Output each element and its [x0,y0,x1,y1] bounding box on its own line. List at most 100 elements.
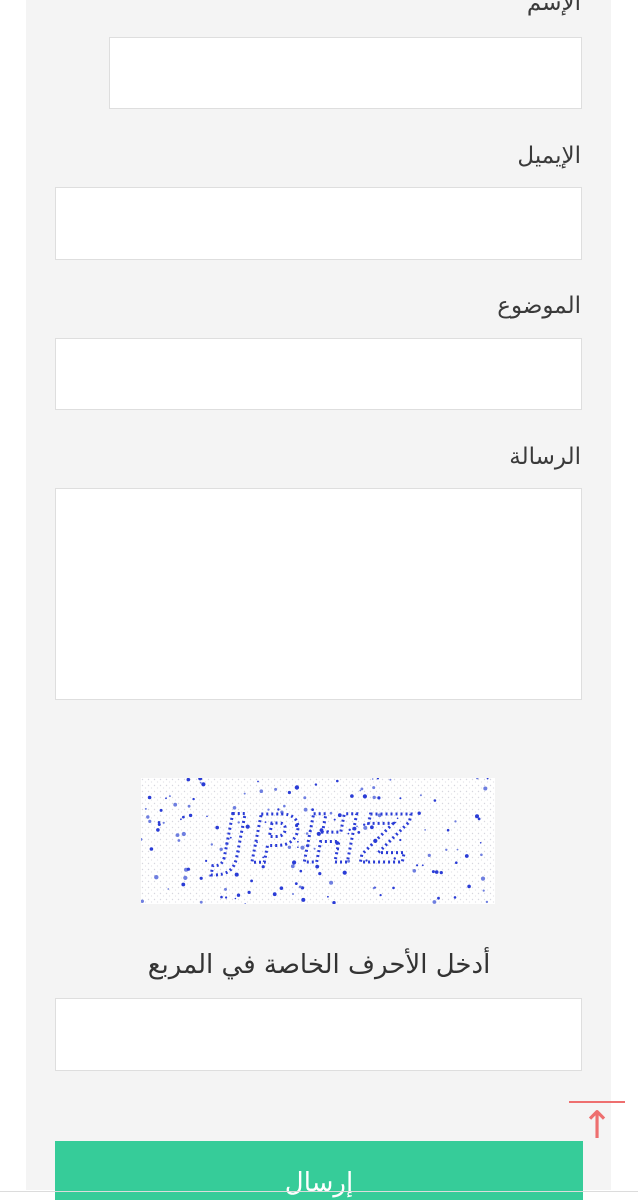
captcha-speckle [154,875,159,880]
captcha-speckle [201,782,206,787]
captcha-speckle [167,888,170,890]
captcha-speckle [421,864,424,867]
captcha-speckle [446,828,450,832]
captcha-speckle [199,876,203,880]
captcha-speckle [424,829,426,831]
captcha-speckle [250,879,253,883]
captcha-speckle [372,786,376,790]
captcha-speckle [298,885,302,889]
captcha-speckle [399,797,402,800]
captcha-speckle [148,819,152,823]
captcha-speckle [247,890,251,894]
captcha-speckle [181,882,186,887]
captcha-speckle [434,870,439,874]
captcha-speckle [243,792,246,795]
captcha-speckle [186,867,190,871]
captcha-speckle [464,854,469,858]
captcha-speckle [215,825,219,830]
captcha-speckle [359,789,362,792]
captcha-speckle [182,815,185,819]
captcha-speckle [162,821,165,824]
email-label: الإيميل [517,143,581,169]
captcha-speckle [199,900,203,904]
captcha-speckle [175,833,180,837]
arrow-up-icon: ↑ [581,1103,613,1147]
captcha-speckle [303,796,307,800]
captcha-input[interactable] [55,998,582,1071]
name-input[interactable] [109,37,582,109]
captcha-speckle [445,848,448,851]
captcha-speckle [173,802,178,807]
captcha-speckle [188,813,193,818]
captcha-speckle [439,871,443,875]
captcha-speckle [257,780,259,783]
captcha-speckle [199,781,202,784]
captcha-speckle [417,811,421,815]
captcha-speckle [183,875,188,880]
captcha-speckle [144,807,147,810]
captcha-speckle [336,779,339,783]
captcha-speckle [479,842,482,844]
captcha-speckle [168,795,171,798]
captcha-speckle [480,876,486,881]
captcha-speckle [274,787,278,791]
captcha-speckle [272,892,277,897]
captcha-speckle [301,897,306,902]
captcha-speckle [327,895,329,898]
captcha-speckle [225,896,228,899]
email-input[interactable] [55,187,582,260]
captcha-speckle [147,795,152,800]
captcha-speckle [181,831,186,837]
captcha-speckle [453,896,457,899]
captcha-speckle [437,896,440,900]
captcha-speckle [483,786,488,791]
captcha-speckle [389,778,392,781]
captcha-speckle [177,839,181,842]
captcha-caption: أدخل الأحرف الخاصة في المربع [147,950,491,980]
captcha-speckle [157,821,161,824]
captcha-speckle [192,797,195,801]
captcha-speckle [377,796,381,800]
captcha-speckle [485,900,489,904]
captcha-speckle [149,847,154,851]
captcha-speckle [224,887,227,891]
captcha-speckle [431,870,435,874]
captcha-speckle [427,853,431,857]
captcha-speckle [294,882,298,885]
captcha-speckle [156,828,160,832]
captcha-speckle [379,894,382,897]
captcha-speckle [159,808,163,812]
captcha-speckle [210,843,213,846]
captcha-speckle [165,797,167,800]
captcha-speckle [362,794,367,799]
captcha-speckle [292,893,294,895]
captcha-speckle [432,900,437,904]
message-label: الرسالة [509,444,581,470]
captcha-speckle [287,790,291,795]
captcha-speckle [206,815,208,818]
captcha-image: JPHZ [141,778,495,904]
captcha-speckle [294,785,300,790]
captcha-speckle [220,895,223,899]
captcha-speckle [455,861,458,864]
captcha-speckle [416,864,419,867]
name-label: الإسم [526,0,581,16]
captcha-speckle [475,814,479,819]
captcha-speckle [234,897,237,900]
captcha-speckle [454,820,457,823]
captcha-speckle [456,848,459,851]
captcha-speckle [314,783,318,786]
captcha-speckle [467,884,471,889]
captcha-speckle [259,789,264,793]
captcha-speckle [372,887,375,890]
captcha-speckle [146,815,150,819]
captcha-speckle [180,818,182,821]
subject-input[interactable] [55,338,582,410]
scroll-top-button[interactable]: ↑ [567,1098,627,1152]
message-textarea[interactable] [55,488,582,700]
captcha-speckle [433,799,437,802]
captcha-speckle [205,859,208,862]
captcha-speckle [482,889,485,892]
captcha-text: JPHZ [211,801,414,878]
captcha-speckle [372,795,376,800]
